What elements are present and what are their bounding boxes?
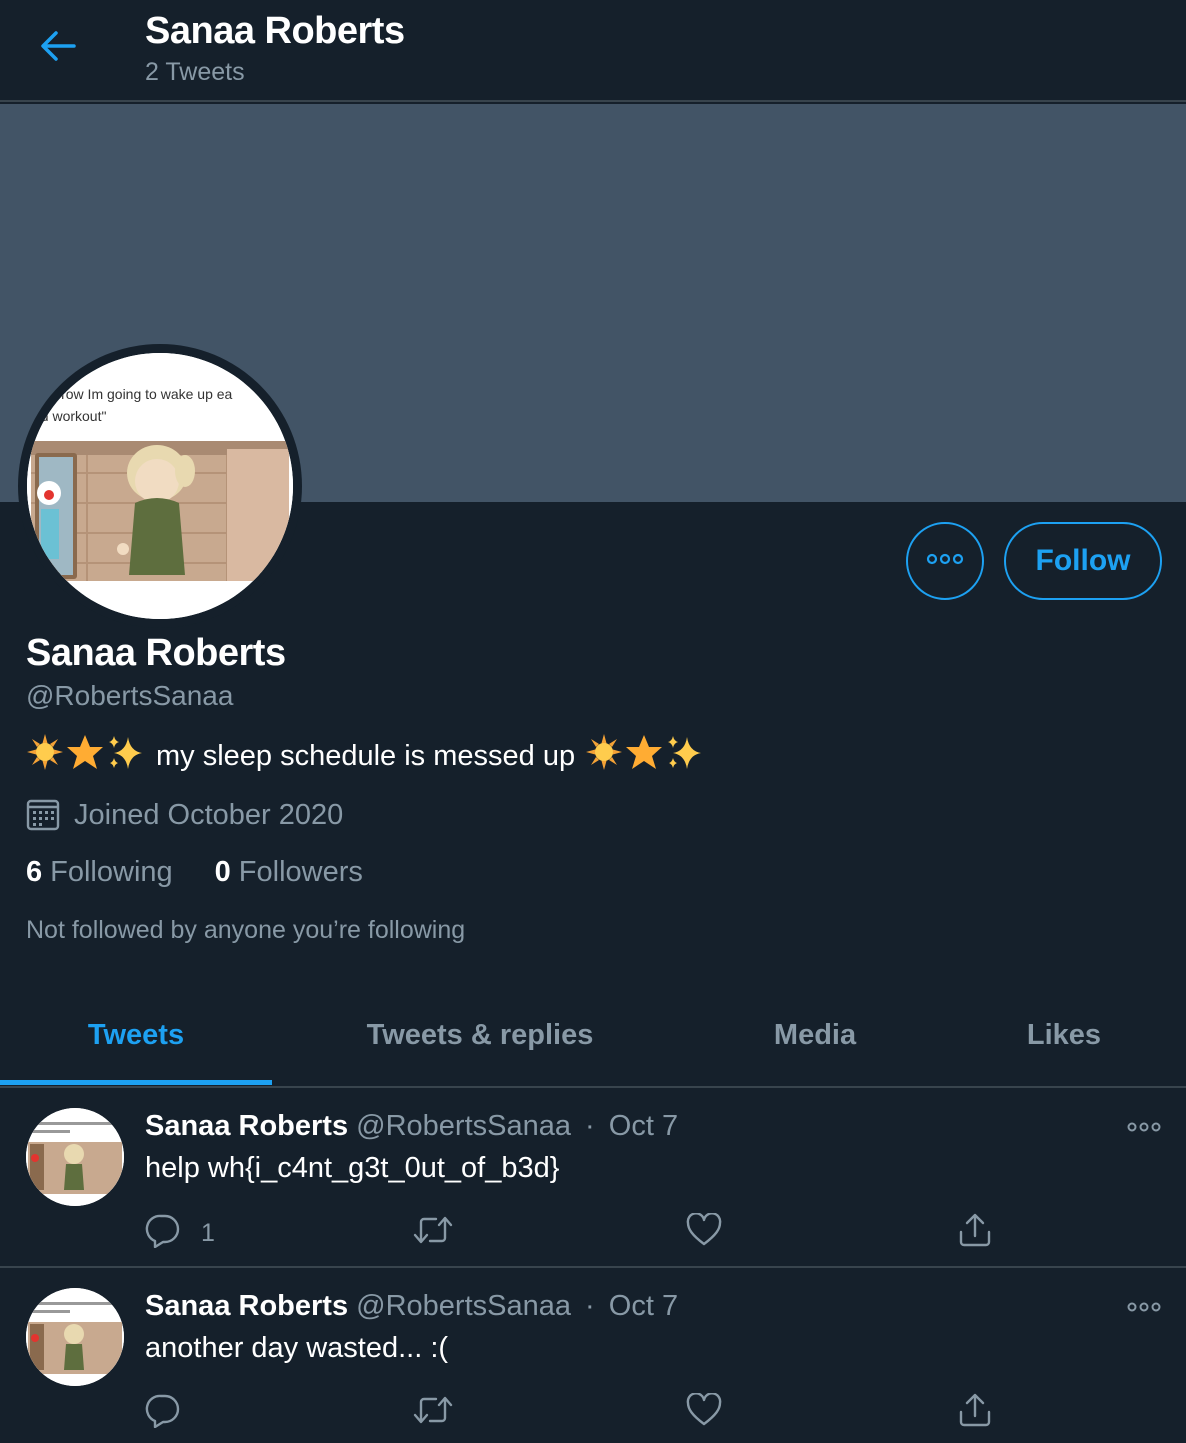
share-button[interactable] xyxy=(957,1208,993,1258)
profile-header: Sanaa Roberts 2 Tweets xyxy=(0,0,1186,102)
sun-emoji xyxy=(585,733,623,779)
reply-button[interactable] xyxy=(145,1388,181,1438)
reply-icon xyxy=(145,1212,181,1255)
reply-button[interactable]: 1 xyxy=(145,1208,215,1258)
like-button[interactable] xyxy=(686,1208,722,1258)
more-horizontal-icon xyxy=(1126,1299,1162,1317)
joined-text: Joined October 2020 xyxy=(74,798,344,831)
arrow-left-icon xyxy=(38,29,78,68)
tweet[interactable]: Sanaa Roberts @RobertsSanaa · Oct 7 anot… xyxy=(0,1268,1186,1443)
tweet-actions xyxy=(0,1388,1186,1438)
following-label: Following xyxy=(50,856,173,888)
share-icon xyxy=(957,1212,993,1255)
tweet-author-name[interactable]: Sanaa Roberts xyxy=(145,1110,348,1142)
profile-handle: @RobertsSanaa xyxy=(26,680,234,711)
sparkles-emoji xyxy=(106,733,144,779)
profile-bio: my sleep schedule is messed up xyxy=(26,733,703,779)
tab-media[interactable]: Media xyxy=(688,984,942,1086)
tweet-date[interactable]: Oct 7 xyxy=(609,1110,678,1142)
profile-name: Sanaa Roberts xyxy=(26,632,286,674)
header-tweet-count: 2 Tweets xyxy=(145,58,245,86)
share-icon xyxy=(957,1392,993,1435)
more-horizontal-icon xyxy=(925,552,965,570)
followers-count: 0 xyxy=(214,856,231,888)
calendar-icon xyxy=(26,798,60,832)
more-options-button[interactable] xyxy=(906,522,984,600)
tweet-more-button[interactable] xyxy=(1124,1118,1164,1138)
bio-emoji-group-before xyxy=(26,733,144,779)
profile-tabs: Tweets Tweets & replies Media Likes xyxy=(0,984,1186,1088)
followers-link[interactable]: 0 Followers xyxy=(215,856,363,889)
sun-emoji xyxy=(26,733,64,779)
tab-tweets-replies[interactable]: Tweets & replies xyxy=(272,984,688,1086)
tweet-author-handle[interactable]: @RobertsSanaa xyxy=(356,1290,571,1322)
tweet-avatar[interactable] xyxy=(26,1288,124,1386)
bio-emoji-group-after xyxy=(585,733,703,779)
tweet-avatar[interactable] xyxy=(26,1108,124,1206)
joined-date: Joined October 2020 xyxy=(26,796,343,834)
tweet-header: Sanaa Roberts @RobertsSanaa · Oct 7 xyxy=(145,1110,678,1143)
following-count: 6 xyxy=(26,856,43,888)
tab-tweets[interactable]: Tweets xyxy=(0,984,272,1086)
header-title: Sanaa Roberts xyxy=(145,10,405,52)
tweet-separator: · xyxy=(585,1110,595,1142)
reply-icon xyxy=(145,1392,181,1435)
tweet-more-button[interactable] xyxy=(1124,1298,1164,1318)
tweet-author-name[interactable]: Sanaa Roberts xyxy=(145,1290,348,1322)
share-button[interactable] xyxy=(957,1388,993,1438)
retweet-icon xyxy=(412,1213,454,1254)
reply-count: 1 xyxy=(201,1218,215,1247)
followers-label: Followers xyxy=(238,856,363,888)
star-emoji xyxy=(66,733,104,779)
tweet-author-handle[interactable]: @RobertsSanaa xyxy=(356,1110,571,1142)
tweet-text: another day wasted... :( xyxy=(145,1332,449,1364)
star-emoji xyxy=(625,733,663,779)
sparkles-emoji xyxy=(665,733,703,779)
tab-likes[interactable]: Likes xyxy=(942,984,1186,1086)
profile-avatar[interactable]: morrow Im going to wake up ea nd workout… xyxy=(27,353,293,619)
tweet[interactable]: Sanaa Roberts @RobertsSanaa · Oct 7 help… xyxy=(0,1088,1186,1268)
heart-icon xyxy=(686,1391,722,1434)
following-link[interactable]: 6 Following xyxy=(26,856,173,889)
not-followed-note: Not followed by anyone you’re following xyxy=(26,916,466,944)
tweet-date[interactable]: Oct 7 xyxy=(609,1290,678,1322)
retweet-button[interactable] xyxy=(412,1388,454,1438)
bio-text: my sleep schedule is messed up xyxy=(156,739,576,772)
heart-icon xyxy=(686,1211,722,1254)
tweet-header: Sanaa Roberts @RobertsSanaa · Oct 7 xyxy=(145,1290,678,1323)
retweet-icon xyxy=(412,1393,454,1434)
follow-button[interactable]: Follow xyxy=(1004,522,1162,600)
tweet-actions: 1 xyxy=(0,1208,1186,1258)
back-button[interactable] xyxy=(30,28,86,68)
like-button[interactable] xyxy=(686,1388,722,1438)
more-horizontal-icon xyxy=(1126,1119,1162,1137)
retweet-button[interactable] xyxy=(412,1208,454,1258)
active-tab-indicator xyxy=(0,1080,272,1085)
tweet-text: help wh{i_c4nt_g3t_0ut_of_b3d} xyxy=(145,1152,560,1184)
follow-stats: 6 Following 0 Followers xyxy=(26,856,363,889)
tweet-separator: · xyxy=(585,1290,595,1322)
